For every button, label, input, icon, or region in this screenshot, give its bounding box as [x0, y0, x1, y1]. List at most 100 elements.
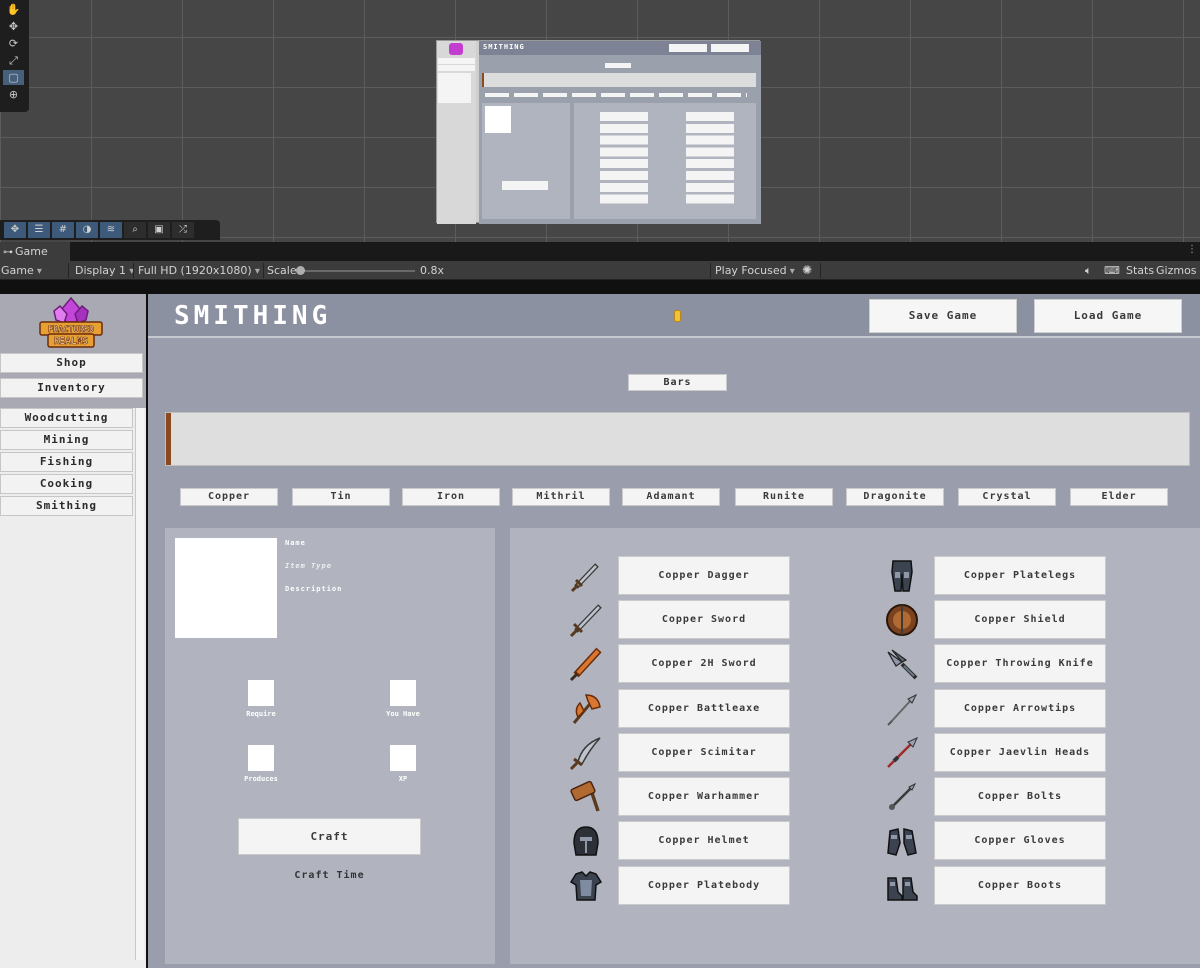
game-tab-label: Game [15, 245, 48, 258]
grid-icon[interactable]: # [52, 222, 74, 238]
tier-tin-button[interactable]: Tin [292, 488, 390, 506]
scene-toolbar: ✋ ✥ ⟳ ⤢ ▢ ⊕ [0, 0, 29, 112]
you-have-slot [390, 680, 416, 706]
craft-button[interactable]: Craft [238, 818, 421, 855]
hand-tool-icon[interactable]: ✋ [3, 2, 24, 17]
recipe-copper-2h-sword-button[interactable]: Copper 2H Sword [618, 644, 790, 683]
recipe-copper-helmet-button[interactable]: Copper Helmet [618, 821, 790, 860]
bug-icon[interactable]: ✺ [802, 261, 812, 280]
logo-line1: FRACTURED [48, 325, 94, 335]
skill-mining-button[interactable]: Mining [0, 430, 133, 450]
keyboard-icon[interactable]: ⌨︎ [1104, 261, 1120, 280]
skills-scrollbar[interactable] [135, 408, 144, 960]
game-view: FRACTURED REALMS Shop Inventory Woodcutt… [0, 280, 1200, 968]
recipe-copper-gloves-button[interactable]: Copper Gloves [934, 821, 1106, 860]
tier-iron-button[interactable]: Iron [402, 488, 500, 506]
layers-icon[interactable]: ≋ [100, 222, 122, 238]
divider [68, 263, 69, 278]
scale-tool-icon[interactable]: ⤢ [3, 53, 24, 68]
recipe-copper-shield-button[interactable]: Copper Shield [934, 600, 1106, 639]
display-dropdown[interactable]: Display 1 [75, 261, 134, 281]
audio-icon[interactable]: 🔈︎ [1085, 261, 1092, 280]
scene-view[interactable]: ✋ ✥ ⟳ ⤢ ▢ ⊕ SMITHING ✥ ☰ # ◑ ≋ ⌕ ▣ ⤮ [0, 0, 1200, 242]
shuffle-icon[interactable]: ⤮ [172, 222, 194, 238]
stats-toggle[interactable]: Stats [1126, 261, 1154, 280]
game-sidebar: FRACTURED REALMS Shop Inventory Woodcutt… [0, 294, 146, 968]
greatsword-icon [569, 647, 602, 682]
recipe-list-panel: Copper Dagger Copper Sword Copper 2H Swo… [510, 528, 1200, 964]
preview-image [485, 106, 511, 133]
recipe-copper-sword-button[interactable]: Copper Sword [618, 600, 790, 639]
nav-inventory-button[interactable]: Inventory [0, 378, 143, 398]
screen-header: SMITHING Save Game Load Game [148, 294, 1200, 338]
recipe-copper-battleaxe-button[interactable]: Copper Battleaxe [618, 689, 790, 728]
nav-shop-button[interactable]: Shop [0, 353, 143, 373]
preview-button [711, 44, 749, 52]
transform-tool-icon[interactable]: ⊕ [3, 87, 24, 102]
recipe-copper-dagger-button[interactable]: Copper Dagger [618, 556, 790, 595]
move-icon[interactable]: ✥ [4, 222, 26, 238]
fractured-realms-logo: FRACTURED REALMS [39, 296, 103, 348]
arrowtips-icon [887, 693, 918, 726]
sword-icon [569, 604, 602, 638]
preview-main [479, 55, 761, 224]
moon-icon[interactable]: ◑ [76, 222, 98, 238]
logo-line2: REALMS [54, 336, 89, 347]
skill-fishing-button[interactable]: Fishing [0, 452, 133, 472]
gizmos-toggle[interactable]: Gizmos [1156, 261, 1197, 280]
preview-header: SMITHING [479, 41, 761, 55]
produces-slot [248, 745, 274, 771]
divider [820, 263, 821, 278]
tier-runite-button[interactable]: Runite [735, 488, 833, 506]
play-mode-dropdown[interactable]: Play Focused [715, 261, 795, 281]
mode-dropdown[interactable]: Game [1, 261, 42, 281]
gloves-icon [887, 828, 917, 856]
tier-elder-button[interactable]: Elder [1070, 488, 1168, 506]
overlay-toolbar: ✥ ☰ # ◑ ≋ ⌕ ▣ ⤮ [0, 220, 220, 240]
item-name-label: Name [285, 539, 306, 547]
save-game-button[interactable]: Save Game [869, 299, 1017, 333]
skill-cooking-button[interactable]: Cooking [0, 474, 133, 494]
require-slot [248, 680, 274, 706]
recipe-copper-arrowtips-button[interactable]: Copper Arrowtips [934, 689, 1106, 728]
divider [710, 263, 711, 278]
more-options-icon[interactable]: ⋮ [1187, 244, 1197, 255]
require-label: Require [246, 710, 276, 718]
throwing-knife-icon [887, 649, 918, 680]
rotate-tool-icon[interactable]: ⟳ [3, 36, 24, 51]
recipe-copper-javelin-heads-button[interactable]: Copper Jaevlin Heads [934, 733, 1106, 772]
scale-slider-handle[interactable] [296, 266, 305, 275]
recipe-copper-platebody-button[interactable]: Copper Platebody [618, 866, 790, 905]
tier-crystal-button[interactable]: Crystal [958, 488, 1056, 506]
resolution-dropdown[interactable]: Full HD (1920x1080) [138, 261, 260, 281]
move-tool-icon[interactable]: ✥ [3, 19, 24, 34]
recipe-copper-scimitar-button[interactable]: Copper Scimitar [618, 733, 790, 772]
recipe-copper-bolts-button[interactable]: Copper Bolts [934, 777, 1106, 816]
gamepad-icon: ⊶ [3, 247, 13, 258]
tier-mithril-button[interactable]: Mithril [512, 488, 610, 506]
camera-icon[interactable]: ▣ [148, 222, 170, 238]
recipe-copper-platelegs-button[interactable]: Copper Platelegs [934, 556, 1106, 595]
recipe-copper-boots-button[interactable]: Copper Boots [934, 866, 1106, 905]
scale-value: 0.8x [420, 264, 445, 277]
preview-button [438, 58, 475, 64]
skill-woodcutting-button[interactable]: Woodcutting [0, 408, 133, 428]
recipe-copper-warhammer-button[interactable]: Copper Warhammer [618, 777, 790, 816]
tier-adamant-button[interactable]: Adamant [622, 488, 720, 506]
javelin-heads-icon [887, 737, 918, 768]
search-icon[interactable]: ⌕ [124, 222, 146, 238]
tier-copper-button[interactable]: Copper [180, 488, 278, 506]
preview-tier-row [485, 93, 747, 97]
scale-label: Scale [267, 264, 297, 277]
tier-dragonite-button[interactable]: Dragonite [846, 488, 944, 506]
game-tab[interactable]: ⊶ Game [0, 242, 70, 261]
xp-label: XP [398, 775, 408, 783]
preview-button [438, 65, 475, 71]
sliders-icon[interactable]: ☰ [28, 222, 50, 238]
category-bars-button[interactable]: Bars [628, 374, 727, 391]
load-game-button[interactable]: Load Game [1034, 299, 1182, 333]
skill-smithing-button[interactable]: Smithing [0, 496, 133, 516]
rect-tool-icon[interactable]: ▢ [3, 70, 24, 85]
scale-slider[interactable] [300, 270, 415, 272]
recipe-copper-throwing-knife-button[interactable]: Copper Throwing Knife [934, 644, 1106, 683]
